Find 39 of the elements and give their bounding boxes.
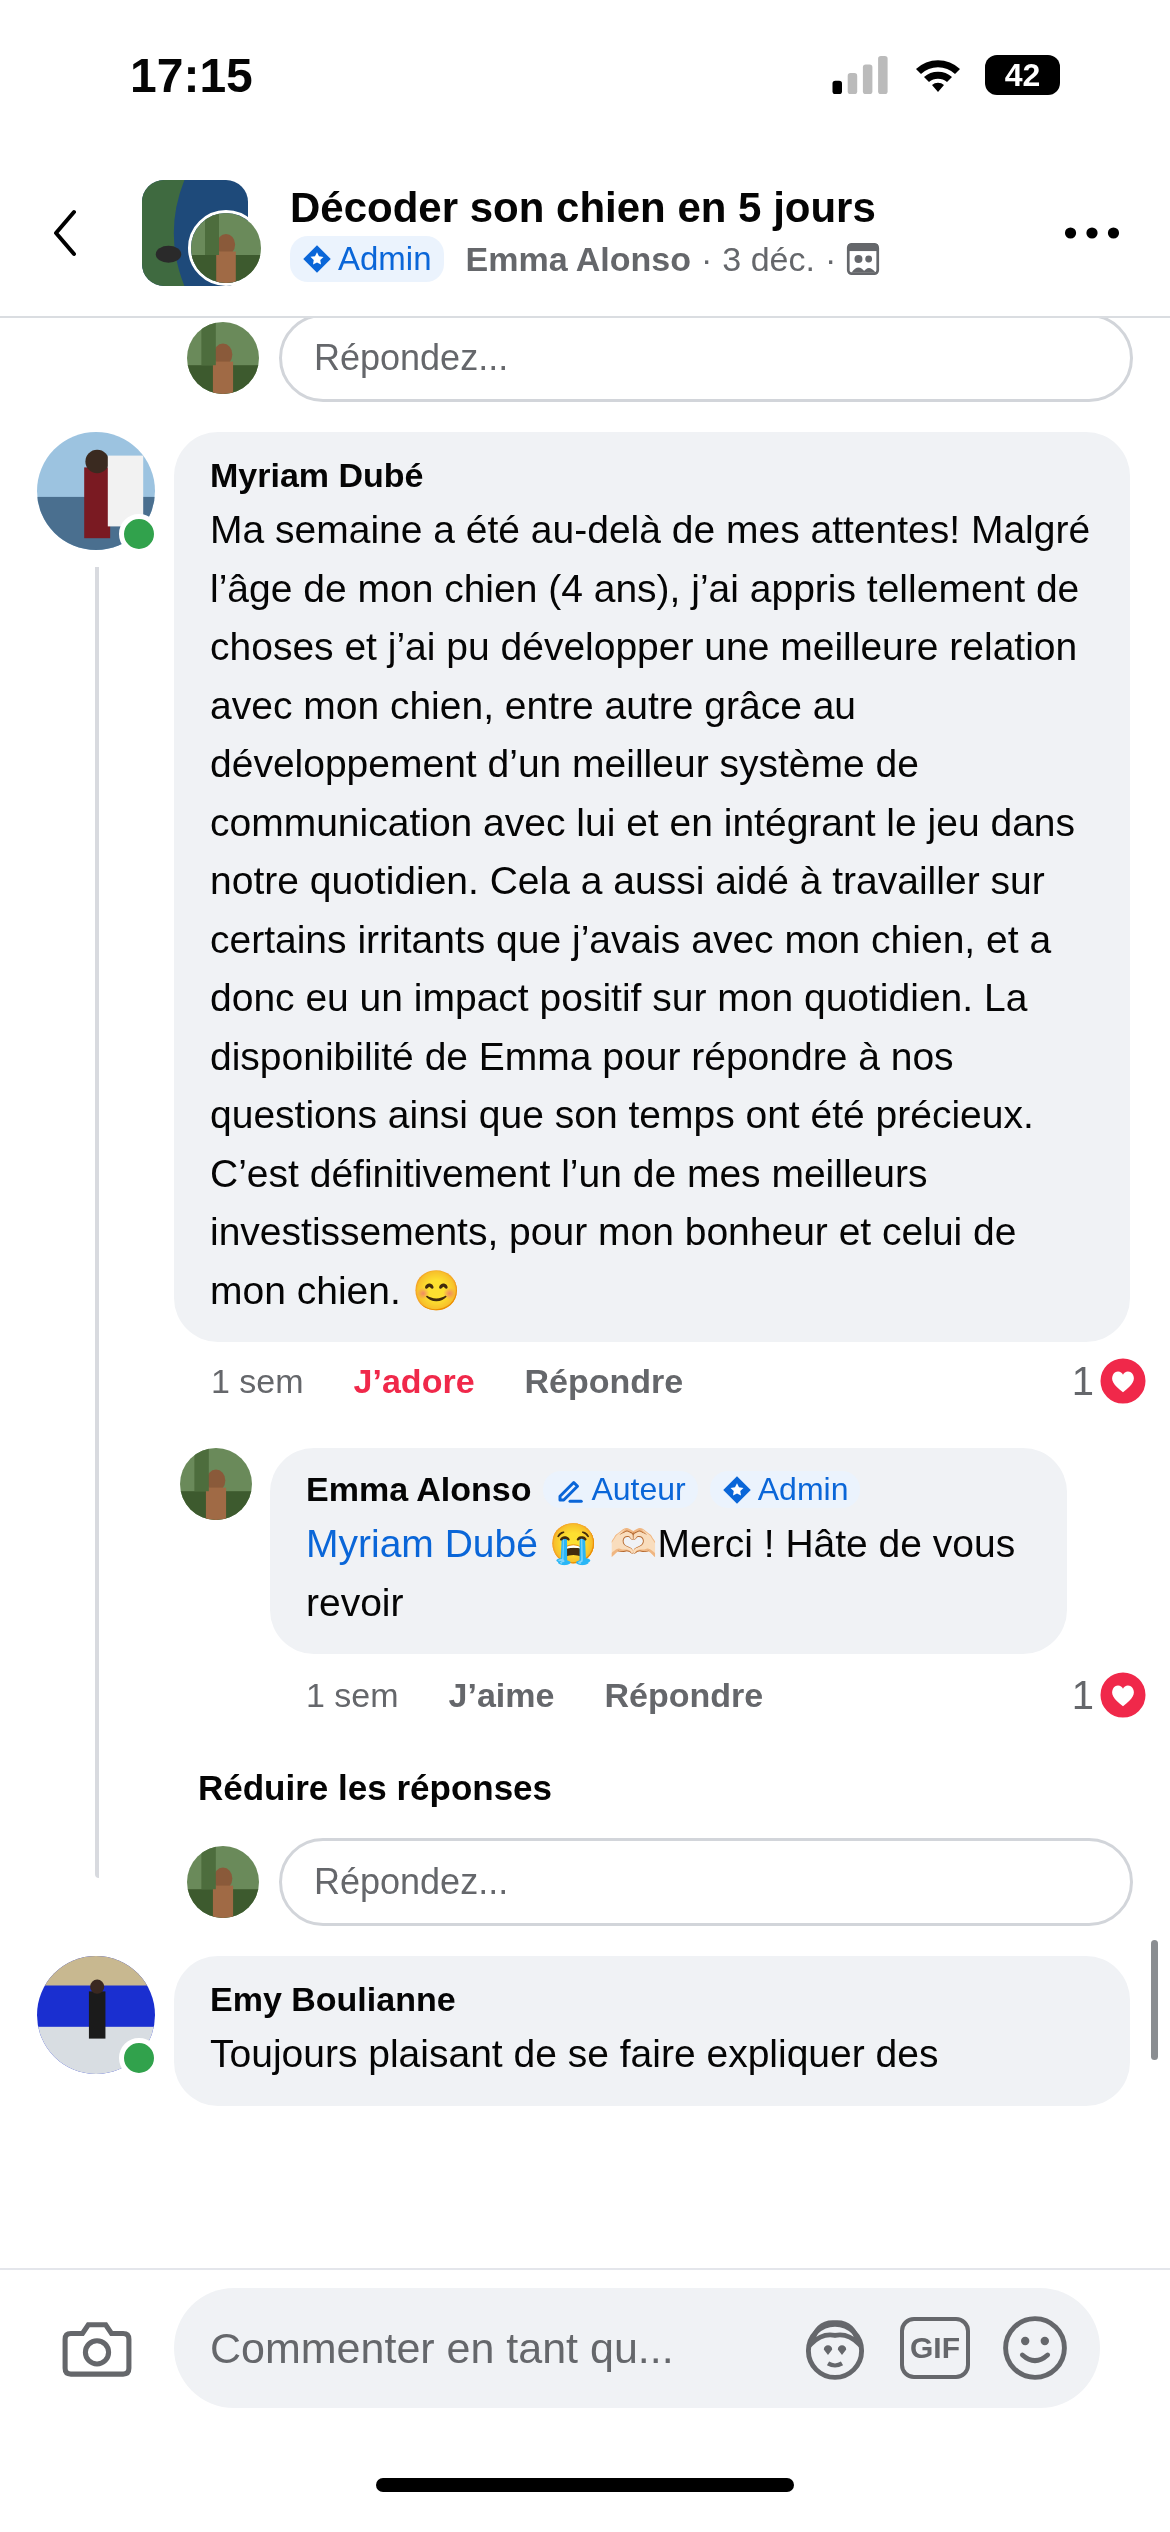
comment-field[interactable]: Commenter en tant qu... GIF [174,2288,1100,2408]
reply-button[interactable]: Répondre [604,1675,764,1715]
battery-level: 42 [1004,56,1041,94]
comment-time: 1 sem [211,1361,304,1401]
reaction-count: 1 [1071,1358,1094,1404]
separator-dot: · [701,239,713,279]
reply-field[interactable]: Répondez... [279,1838,1133,1926]
comment-author[interactable]: Myriam Dubé [210,456,1100,495]
like-button[interactable]: J’adore [353,1361,475,1401]
clock-time: 17:15 [130,47,253,103]
like-button[interactable]: J’aime [448,1675,555,1715]
group-title: Décoder son chien en 5 jours [290,184,877,232]
comment-text: Toujours plaisant de se faire expliquer des [210,2031,940,2077]
reply-field[interactable]: Répondez... [279,318,1133,402]
admin-icon [721,1474,752,1505]
gif-button[interactable]: GIF [900,2317,970,2379]
heart-reaction-icon [1098,1670,1148,1720]
camera-icon [62,2319,132,2377]
admin-badge: Admin [709,1471,861,1508]
reply-button[interactable]: Répondre [524,1361,684,1401]
admin-badge: Admin [290,236,444,282]
comment-author[interactable]: Emma Alonso [306,1470,532,1509]
reply-text: Myriam Dubé 😭 🫶🏻Merci ! Hâte de vous revoir [306,1521,1017,1626]
author-name[interactable]: Emma Alonso [465,239,691,279]
heart-reaction-icon [1098,1356,1148,1406]
mention-link[interactable]: Myriam Dubé [306,1522,538,1565]
comment-author[interactable]: Emy Boulianne [210,1980,1100,2019]
comment-time: 1 sem [306,1675,399,1715]
post-date: 3 déc. [722,239,815,279]
collapse-replies-link[interactable]: Réduire les réponses [0,1768,1170,1808]
admin-icon [302,244,332,274]
separator-dot: · [824,239,837,279]
signal-icon [831,56,891,94]
group-icon [846,242,881,276]
more-options-icon [1064,226,1120,240]
emoji-icon [1000,2313,1070,2383]
comment-text: Ma semaine a été au-delà de mes attentes! Malgré l’âge de mon chien (4 ans), j’ai appris tellement de choses et j’ai pu développer une meilleure relation avec mon chien, entre autre grâce au développement d’un meilleur système de communication avec lui et en intégrant le jeu dans notre quotidien. Cela a aussi aidé à travailler sur certains irritants que j’avais avec mon chien, et a donc eu un impact positif sur mon quotidien. La disponibilité de Emma pour répondre à nos questions ainsi que son temps ont été précieux. C’est définitivement l’un de mes meilleurs investissements, pour mon bonheur et celui de mon chien. 😊 [210,507,1092,1314]
reaction-count: 1 [1071,1672,1094,1718]
author-badge: Auteur [543,1471,698,1508]
